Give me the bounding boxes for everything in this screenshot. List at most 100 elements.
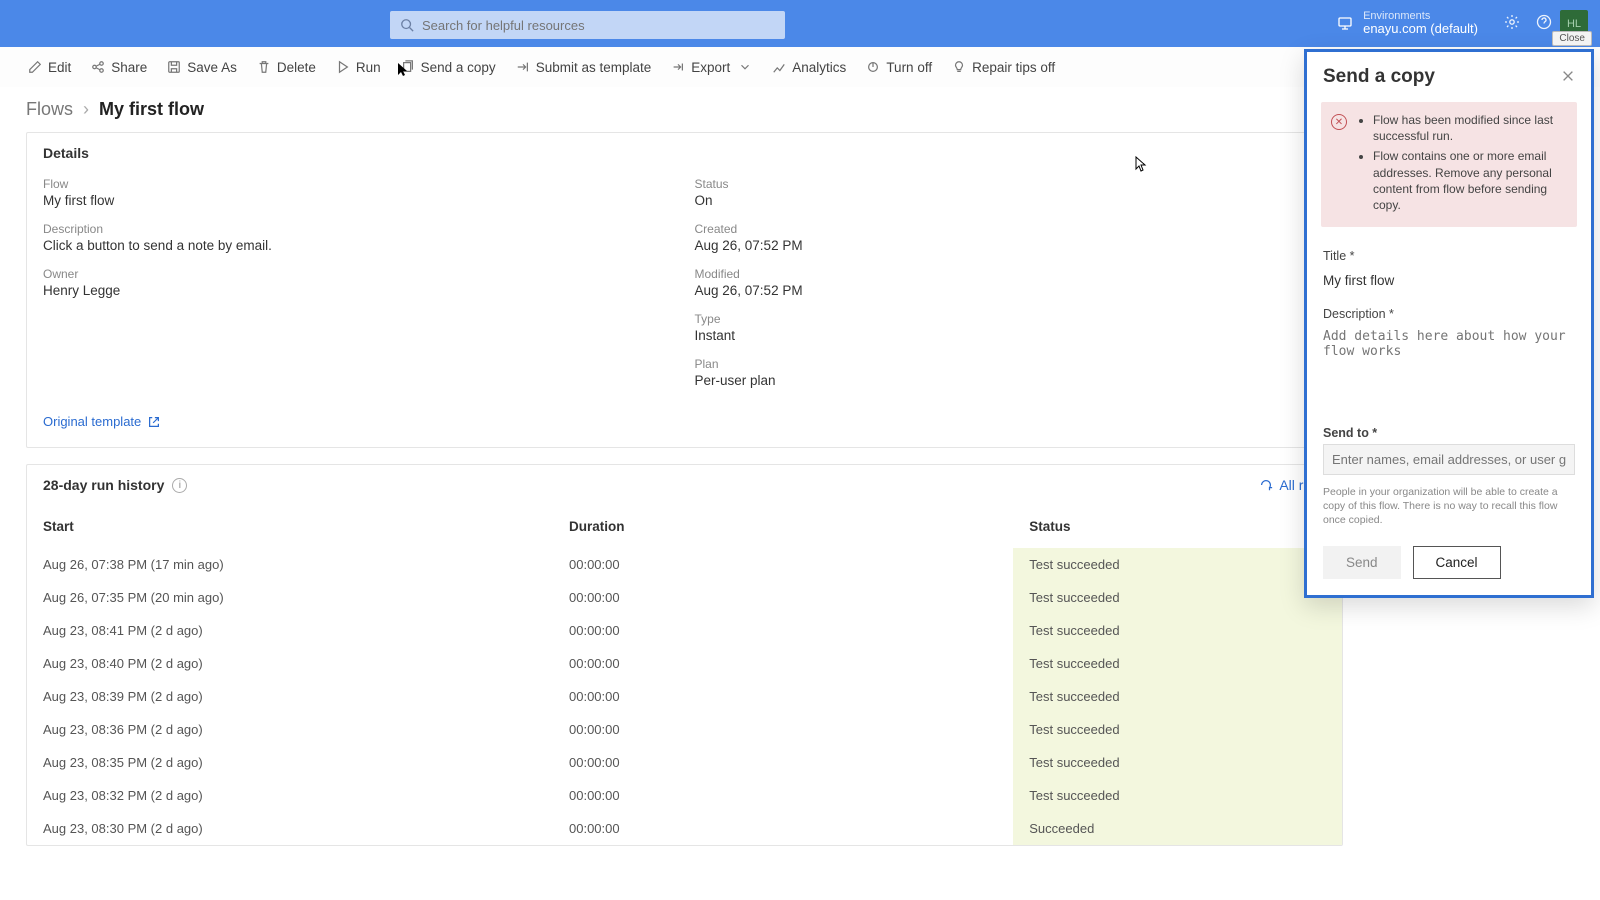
panel-sendto-label: Send to * xyxy=(1323,426,1575,440)
table-row[interactable]: Aug 23, 08:40 PM (2 d ago) 00:00:00 Test… xyxy=(27,647,1342,680)
row-status: Test succeeded xyxy=(1013,548,1342,581)
chevron-down-icon xyxy=(738,60,752,74)
row-duration: 00:00:00 xyxy=(553,614,1013,647)
status-value: On xyxy=(695,193,1327,208)
row-duration: 00:00:00 xyxy=(553,713,1013,746)
type-value: Instant xyxy=(695,328,1327,343)
table-row[interactable]: Aug 23, 08:32 PM (2 d ago) 00:00:00 Test… xyxy=(27,779,1342,812)
environment-value: enayu.com (default) xyxy=(1363,22,1478,37)
breadcrumb-root[interactable]: Flows xyxy=(26,99,73,120)
row-start: Aug 23, 08:36 PM (2 d ago) xyxy=(27,713,553,746)
row-status: Test succeeded xyxy=(1013,647,1342,680)
row-duration: 00:00:00 xyxy=(553,812,1013,845)
cmd-submit-template-label: Submit as template xyxy=(536,60,652,75)
panel-description-label: Description * xyxy=(1323,307,1575,321)
table-row[interactable]: Aug 23, 08:36 PM (2 d ago) 00:00:00 Test… xyxy=(27,713,1342,746)
panel-close-button[interactable] xyxy=(1561,69,1575,86)
cmd-delete[interactable]: Delete xyxy=(249,56,324,79)
details-card: Details Edit FlowMy first flow StatusOn … xyxy=(26,132,1343,448)
panel-help-text: People in your organization will be able… xyxy=(1323,485,1575,528)
cmd-analytics-label: Analytics xyxy=(792,60,846,75)
panel-title-input[interactable] xyxy=(1323,267,1575,295)
table-row[interactable]: Aug 26, 07:38 PM (17 min ago) 00:00:00 T… xyxy=(27,548,1342,581)
cmd-save-as-label: Save As xyxy=(187,60,237,75)
cmd-run[interactable]: Run xyxy=(328,56,389,79)
details-title: Details xyxy=(43,145,89,161)
row-start: Aug 23, 08:41 PM (2 d ago) xyxy=(27,614,553,647)
cmd-repair-tips[interactable]: Repair tips off xyxy=(944,56,1063,79)
cmd-repair-tips-label: Repair tips off xyxy=(972,60,1055,75)
search-icon xyxy=(400,18,414,32)
cmd-edit[interactable]: Edit xyxy=(20,56,79,79)
cmd-export[interactable]: Export xyxy=(663,56,760,79)
description-value: Click a button to send a note by email. xyxy=(43,238,675,253)
created-value: Aug 26, 07:52 PM xyxy=(695,238,1327,253)
row-start: Aug 26, 07:35 PM (20 min ago) xyxy=(27,581,553,614)
modified-label: Modified xyxy=(695,267,1327,281)
breadcrumb-leaf: My first flow xyxy=(99,99,204,120)
panel-cancel-button[interactable]: Cancel xyxy=(1413,546,1501,579)
row-duration: 00:00:00 xyxy=(553,746,1013,779)
table-row[interactable]: Aug 23, 08:39 PM (2 d ago) 00:00:00 Test… xyxy=(27,680,1342,713)
refresh-icon xyxy=(1259,478,1273,492)
plan-value: Per-user plan xyxy=(695,373,1327,388)
warning-item: Flow contains one or more email addresse… xyxy=(1373,148,1565,213)
help-icon[interactable] xyxy=(1536,14,1552,33)
info-icon[interactable]: i xyxy=(172,478,187,493)
row-duration: 00:00:00 xyxy=(553,647,1013,680)
chevron-right-icon: › xyxy=(83,99,89,120)
cmd-edit-label: Edit xyxy=(48,60,71,75)
row-status: Test succeeded xyxy=(1013,713,1342,746)
panel-send-button[interactable]: Send xyxy=(1323,546,1401,579)
type-label: Type xyxy=(695,312,1327,326)
send-copy-panel: Send a copy ✕ Flow has been modified sin… xyxy=(1304,49,1594,598)
warning-item: Flow has been modified since last succes… xyxy=(1373,112,1565,144)
panel-title-label: Title * xyxy=(1323,249,1575,263)
cmd-turn-off[interactable]: Turn off xyxy=(858,56,940,79)
flow-value: My first flow xyxy=(43,193,675,208)
cmd-analytics[interactable]: Analytics xyxy=(764,56,854,79)
environment-icon xyxy=(1337,15,1353,31)
run-history-title: 28-day run history xyxy=(43,477,164,493)
col-start[interactable]: Start xyxy=(27,505,553,548)
table-row[interactable]: Aug 23, 08:35 PM (2 d ago) 00:00:00 Test… xyxy=(27,746,1342,779)
owner-value: Henry Legge xyxy=(43,283,675,298)
plan-label: Plan xyxy=(695,357,1327,371)
row-start: Aug 26, 07:38 PM (17 min ago) xyxy=(27,548,553,581)
external-link-icon xyxy=(147,415,161,429)
status-label: Status xyxy=(695,177,1327,191)
row-status: Test succeeded xyxy=(1013,614,1342,647)
original-template-link[interactable]: Original template xyxy=(43,414,161,429)
row-status: Succeeded xyxy=(1013,812,1342,845)
table-row[interactable]: Aug 26, 07:35 PM (20 min ago) 00:00:00 T… xyxy=(27,581,1342,614)
cmd-send-copy-label: Send a copy xyxy=(421,60,496,75)
cmd-send-copy[interactable]: Send a copy xyxy=(393,56,504,79)
row-start: Aug 23, 08:35 PM (2 d ago) xyxy=(27,746,553,779)
error-icon: ✕ xyxy=(1331,114,1347,130)
table-row[interactable]: Aug 23, 08:41 PM (2 d ago) 00:00:00 Test… xyxy=(27,614,1342,647)
environment-label: Environments xyxy=(1363,10,1478,23)
row-duration: 00:00:00 xyxy=(553,581,1013,614)
search-input[interactable] xyxy=(422,18,775,33)
run-history-card: 28-day run history i All runs Start Dura… xyxy=(26,464,1343,846)
owner-label: Owner xyxy=(43,267,675,281)
top-bar: Environments enayu.com (default) HL xyxy=(0,0,1600,47)
cmd-share[interactable]: Share xyxy=(83,56,155,79)
cmd-share-label: Share xyxy=(111,60,147,75)
settings-icon[interactable] xyxy=(1504,14,1520,33)
panel-sendto-input[interactable] xyxy=(1323,444,1575,475)
search-box[interactable] xyxy=(390,11,785,39)
cmd-save-as[interactable]: Save As xyxy=(159,56,245,79)
row-start: Aug 23, 08:30 PM (2 d ago) xyxy=(27,812,553,845)
cmd-submit-template[interactable]: Submit as template xyxy=(508,56,660,79)
run-history-table: Start Duration Status Aug 26, 07:38 PM (… xyxy=(27,505,1342,845)
cmd-export-label: Export xyxy=(691,60,730,75)
col-status[interactable]: Status xyxy=(1013,505,1342,548)
table-row[interactable]: Aug 23, 08:30 PM (2 d ago) 00:00:00 Succ… xyxy=(27,812,1342,845)
environment-picker[interactable]: Environments enayu.com (default) xyxy=(1337,10,1478,38)
row-duration: 00:00:00 xyxy=(553,680,1013,713)
col-duration[interactable]: Duration xyxy=(553,505,1013,548)
row-status: Test succeeded xyxy=(1013,746,1342,779)
panel-description-input[interactable] xyxy=(1323,325,1575,414)
row-start: Aug 23, 08:40 PM (2 d ago) xyxy=(27,647,553,680)
